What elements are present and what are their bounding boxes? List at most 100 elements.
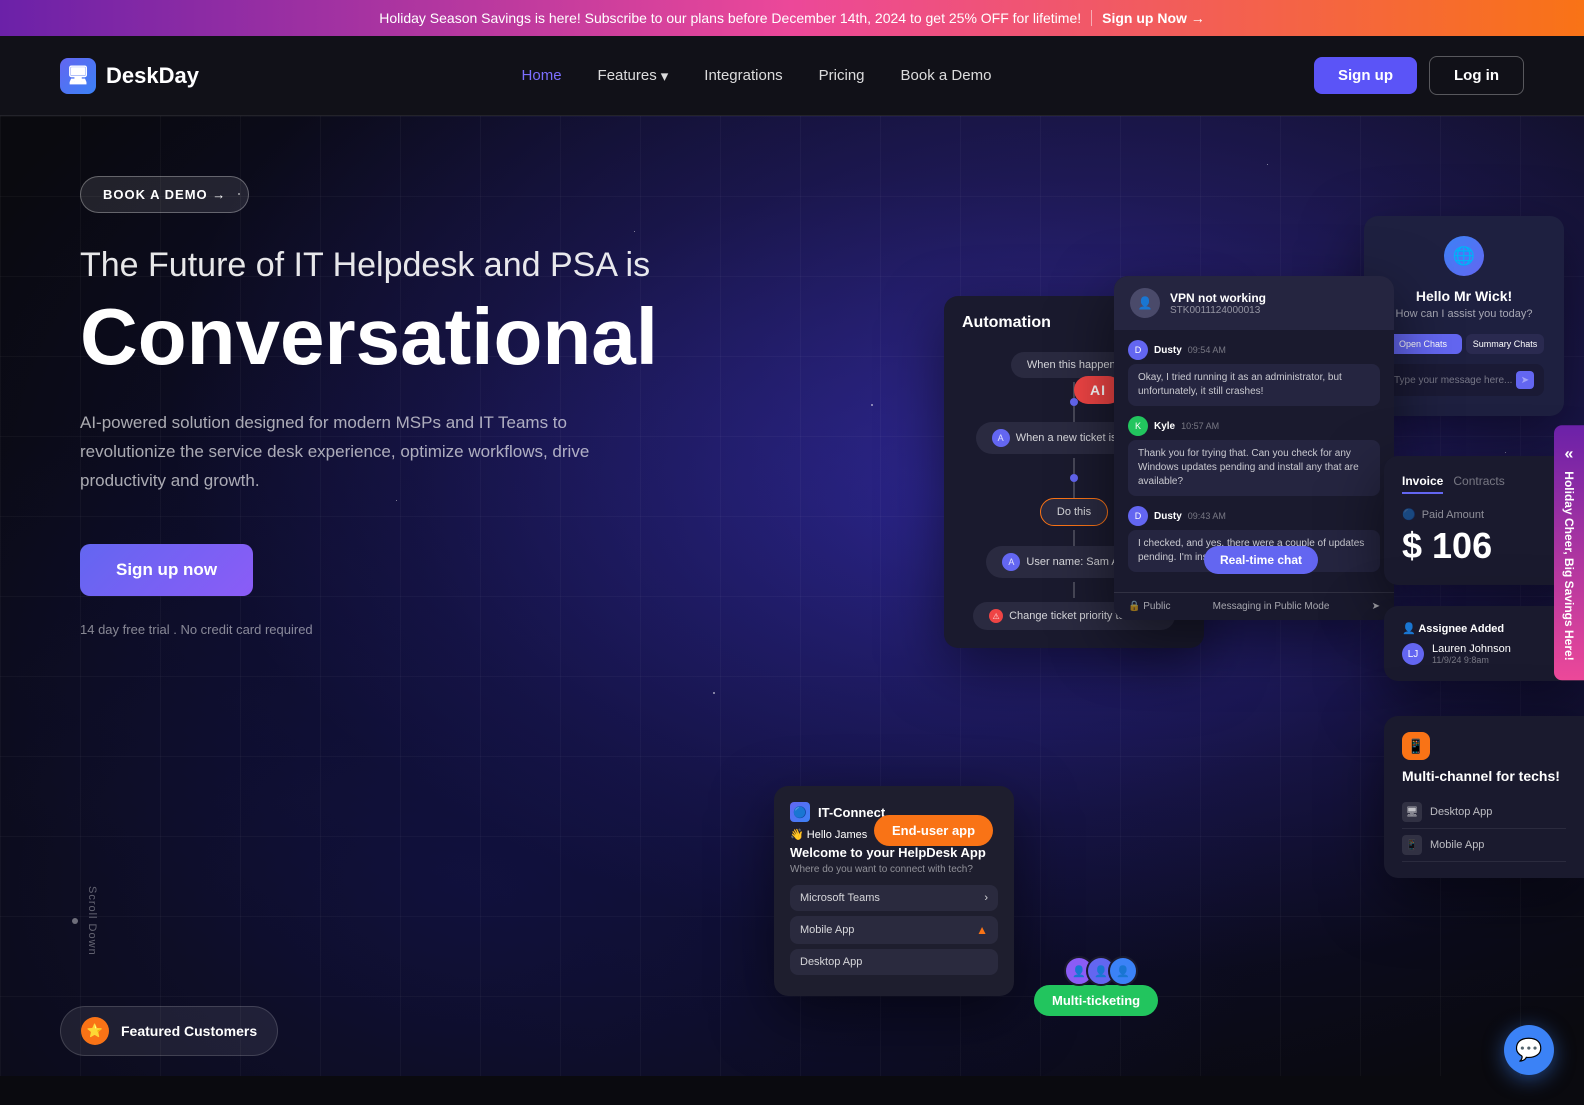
scroll-dot [72, 918, 78, 924]
chevron-down-icon: ▾ [661, 67, 669, 85]
critical-icon: ⚠ [989, 609, 1003, 623]
itconnect-logo-icon: 🔵 [790, 802, 810, 822]
itconnect-welcome: Welcome to your HelpDesk App [790, 845, 998, 860]
badge-realtime: Real-time chat [1204, 546, 1318, 574]
itconnect-option-desktop[interactable]: Desktop App [790, 949, 998, 975]
chat-ticket-id: STK0011124000013 [1170, 305, 1266, 316]
chat-fab-icon: 💬 [1515, 1037, 1542, 1063]
chat-msg-avatar-dusty-1: D [1128, 340, 1148, 360]
hero-signup-button[interactable]: Sign up now [80, 544, 253, 596]
invoice-tab-active[interactable]: Invoice [1402, 474, 1443, 494]
wick-assist: How can I assist you today? [1384, 308, 1544, 320]
desktop-icon: 🖥 [1402, 802, 1422, 822]
assignee-details: Lauren Johnson 11/9/24 9:8am [1432, 643, 1511, 665]
assignee-date: 11/9/24 9:8am [1432, 655, 1511, 665]
wick-tabs: Open Chats Summary Chats [1384, 334, 1544, 354]
chat-public-label: 🔒 Public [1128, 601, 1170, 612]
banner-text: Holiday Season Savings is here! Subscrib… [379, 10, 1081, 26]
hello-wick-card: 🌐 Hello Mr Wick! How can I assist you to… [1364, 216, 1564, 416]
chat-msg-name-3: Dusty [1154, 511, 1182, 522]
assignee-icon: 👤 [1402, 623, 1416, 635]
automation-step-3: Do this [1040, 498, 1108, 526]
chat-msg-name-1: Dusty [1154, 345, 1182, 356]
hero-description: AI-powered solution designed for modern … [80, 409, 600, 496]
hero-content: BOOK A DEMO → The Future of IT Helpdesk … [80, 176, 700, 637]
user-avatar-icon: A [992, 429, 1010, 447]
nav-pricing[interactable]: Pricing [819, 67, 865, 84]
wick-hello: Hello Mr Wick! [1384, 288, 1544, 304]
nav-signup-button[interactable]: Sign up [1314, 57, 1417, 94]
wick-send-icon: ➤ [1516, 371, 1534, 389]
mc-option-desktop: 🖥 Desktop App [1402, 796, 1566, 829]
wick-tab-summary[interactable]: Summary Chats [1466, 334, 1544, 354]
chat-msg-avatar-kyle: K [1128, 416, 1148, 436]
wick-tab-open[interactable]: Open Chats [1384, 334, 1462, 354]
wick-avatar: 🌐 [1444, 236, 1484, 276]
chat-msg-time-3: 09:43 AM [1188, 511, 1226, 521]
chat-mode-label: Messaging in Public Mode [1213, 601, 1330, 612]
nav-links: Home Features ▾ Integrations Pricing Boo… [522, 67, 992, 85]
hero-section: BOOK A DEMO → The Future of IT Helpdesk … [0, 116, 1584, 1076]
scroll-down: Scroll Down [72, 886, 98, 956]
featured-customers[interactable]: ⭐ Featured Customers [60, 1006, 278, 1056]
itconnect-where: Where do you want to connect with tech? [790, 864, 998, 875]
chat-msg-name-2: Kyle [1154, 421, 1175, 432]
holiday-sidebar[interactable]: « Holiday Cheer, Big Savings Here! [1554, 425, 1584, 680]
chat-msg-avatar-dusty-2: D [1128, 506, 1148, 526]
chat-msg-header-2: K Kyle 10:57 AM [1128, 416, 1380, 436]
nav-home[interactable]: Home [522, 67, 562, 84]
featured-customers-icon: ⭐ [81, 1017, 109, 1045]
assignee-label: 👤 Assignee Added [1402, 622, 1566, 635]
top-banner: Holiday Season Savings is here! Subscrib… [0, 0, 1584, 36]
holiday-sidebar-text: Holiday Cheer, Big Savings Here! [1562, 471, 1576, 660]
multichannel-card: 📱 Multi-channel for techs! 🖥 Desktop App… [1384, 716, 1584, 878]
warning-icon: ▲ [976, 923, 988, 937]
book-demo-button[interactable]: BOOK A DEMO → [80, 176, 249, 213]
wick-input[interactable]: Type your message here... ➤ [1384, 364, 1544, 396]
sam-avatar-icon: A [1002, 553, 1020, 571]
badge-enduser: End-user app [874, 815, 993, 846]
send-icon[interactable]: ➤ [1372, 601, 1380, 612]
invoice-tabs: Invoice Contracts [1402, 474, 1566, 494]
chat-public-bar: 🔒 Public Messaging in Public Mode ➤ [1114, 592, 1394, 620]
invoice-tab-contracts[interactable]: Contracts [1453, 474, 1504, 494]
hero-subtitle: The Future of IT Helpdesk and PSA is [80, 243, 700, 287]
connector-6 [1073, 582, 1075, 598]
chat-ticket-avatar: 👤 [1130, 288, 1160, 318]
nav-actions: Sign up Log in [1314, 56, 1524, 95]
chat-msg-bubble-2: Thank you for trying that. Can you check… [1128, 440, 1380, 496]
chat-message-1: D Dusty 09:54 AM Okay, I tried running i… [1128, 340, 1380, 406]
dollar-icon: 🔵 [1402, 508, 1416, 521]
connector-2 [1073, 406, 1075, 422]
multichannel-icon: 📱 [1402, 732, 1430, 760]
badge-multiticketing: Multi-ticketing [1034, 985, 1158, 1016]
avatar-stack: 👤 👤 👤 [1064, 956, 1138, 986]
mc-option-mobile: 📱 Mobile App [1402, 829, 1566, 862]
logo-text: DeskDay [106, 63, 199, 89]
mockups-area: 🔵 IT-Connect 👋 Hello James Welcome to yo… [684, 176, 1584, 1076]
nav-features[interactable]: Features ▾ [598, 67, 669, 85]
chat-ticket-info: VPN not working STK0011124000013 [1170, 291, 1266, 316]
assignee-avatar: LJ [1402, 643, 1424, 665]
trial-text: 14 day free trial . No credit card requi… [80, 622, 700, 637]
nav-login-button[interactable]: Log in [1429, 56, 1524, 95]
logo-icon: 🖥 [60, 58, 96, 94]
wick-input-placeholder: Type your message here... [1394, 375, 1512, 386]
multichannel-title: Multi-channel for techs! [1402, 768, 1566, 784]
avatar-3: 👤 [1108, 956, 1138, 986]
itconnect-option-teams[interactable]: Microsoft Teams › [790, 885, 998, 911]
hero-title: Conversational [80, 293, 700, 381]
logo[interactable]: 🖥 DeskDay [60, 58, 199, 94]
chat-msg-time-1: 09:54 AM [1188, 345, 1226, 355]
chat-fab-button[interactable]: 💬 [1504, 1025, 1554, 1075]
chat-msg-header-1: D Dusty 09:54 AM [1128, 340, 1380, 360]
nav-integrations[interactable]: Integrations [704, 67, 782, 84]
connector-5 [1073, 530, 1075, 546]
nav-book-demo[interactable]: Book a Demo [901, 67, 992, 84]
chat-ticket-title: VPN not working [1170, 291, 1266, 305]
banner-cta[interactable]: Sign up Now → [1102, 10, 1205, 26]
invoice-amount: $ 106 [1402, 525, 1566, 567]
connector-dot-2 [1070, 474, 1078, 482]
banner-divider [1091, 10, 1092, 26]
itconnect-option-mobile[interactable]: Mobile App ▲ [790, 916, 998, 944]
